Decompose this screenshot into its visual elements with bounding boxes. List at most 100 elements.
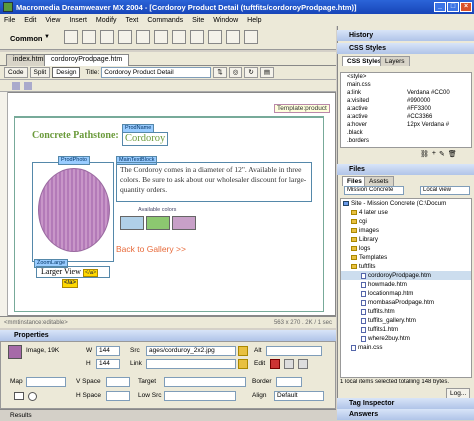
- css-rule-row[interactable]: a:active #CC3366: [341, 113, 471, 121]
- css-styles-panel-header[interactable]: CSS Styles: [337, 43, 474, 54]
- file-tree-folder[interactable]: logs: [341, 244, 471, 253]
- layer-icon[interactable]: [136, 30, 150, 44]
- src-field[interactable]: ages/corduroy_2x2.jpg: [146, 346, 236, 356]
- anchor-icon[interactable]: [100, 30, 114, 44]
- tab-layers[interactable]: Layers: [380, 56, 410, 66]
- close-button[interactable]: ×: [460, 2, 472, 12]
- minimize-button[interactable]: _: [434, 2, 446, 12]
- menu-edit[interactable]: Edit: [24, 17, 36, 24]
- file-tree-file[interactable]: howmade.htm: [341, 280, 471, 289]
- hspace-field[interactable]: [106, 391, 130, 401]
- page-heading[interactable]: Concrete Pathstone:: [32, 130, 119, 141]
- map-name-field[interactable]: [26, 377, 66, 387]
- larger-view-link[interactable]: Larger View </a>: [36, 266, 110, 278]
- split-view-button[interactable]: Split: [29, 67, 51, 78]
- browse-link-icon[interactable]: [238, 359, 248, 369]
- chevron-down-icon[interactable]: ▼: [44, 34, 50, 40]
- menu-text[interactable]: Text: [126, 17, 139, 24]
- file-tree-file[interactable]: tuffits1.htm: [341, 325, 471, 334]
- optimize-icon[interactable]: [284, 359, 294, 369]
- tag-chooser-icon[interactable]: [244, 30, 258, 44]
- properties-panel-header[interactable]: Properties: [0, 330, 336, 341]
- new-css-rule-icon[interactable]: +: [432, 150, 436, 160]
- media-icon[interactable]: [172, 30, 186, 44]
- file-tree-folder[interactable]: Templates: [341, 253, 471, 262]
- comment-icon[interactable]: [208, 30, 222, 44]
- width-field[interactable]: 144: [96, 346, 120, 356]
- larger-view-label[interactable]: Larger View: [41, 267, 81, 276]
- file-tree-file[interactable]: tuffits_gallery.htm: [341, 316, 471, 325]
- menu-help[interactable]: Help: [247, 17, 261, 24]
- menu-commands[interactable]: Commands: [147, 17, 183, 24]
- insert-category-select[interactable]: Common: [10, 34, 43, 43]
- file-tree-file[interactable]: tuffits.htm: [341, 307, 471, 316]
- menu-view[interactable]: View: [45, 17, 60, 24]
- design-view-button[interactable]: Design: [52, 67, 81, 78]
- refresh-icon[interactable]: ↻: [244, 67, 258, 78]
- template-icon[interactable]: [226, 30, 240, 44]
- target-select[interactable]: [164, 377, 246, 387]
- anchor-close-tag-2[interactable]: </a>: [62, 279, 79, 288]
- table-icon[interactable]: [118, 30, 132, 44]
- circle-hotspot-icon[interactable]: [28, 392, 37, 401]
- ruler-toggle-icon[interactable]: [12, 82, 20, 90]
- css-rule-row[interactable]: a:hover 12px Verdana #: [341, 121, 471, 129]
- file-tree-site-root[interactable]: Site - Mission Concrete (C:\Docum: [341, 199, 471, 208]
- prodphoto-region-tag[interactable]: ProdPhoto: [58, 156, 90, 165]
- alt-field[interactable]: [266, 346, 322, 356]
- file-tree-folder[interactable]: tuftfits: [341, 262, 471, 271]
- delete-css-rule-icon[interactable]: 🗑: [448, 150, 457, 160]
- link-field[interactable]: [146, 359, 236, 369]
- image-icon[interactable]: [154, 30, 168, 44]
- file-tree-folder[interactable]: 4 later use: [341, 208, 471, 217]
- file-management-icon[interactable]: ⇅: [213, 67, 227, 78]
- file-tree-folder[interactable]: images: [341, 226, 471, 235]
- view-options-icon[interactable]: ▤: [259, 67, 275, 78]
- rect-hotspot-icon[interactable]: [14, 392, 24, 400]
- vspace-field[interactable]: [106, 377, 130, 387]
- tag-selector[interactable]: <mmtinstance:editable>: [4, 320, 68, 326]
- tag-inspector-panel-header[interactable]: Tag Inspector: [337, 398, 474, 409]
- menu-insert[interactable]: Insert: [69, 17, 87, 24]
- maximize-button[interactable]: □: [447, 2, 459, 12]
- file-tree-file[interactable]: mombasaProdpage.htm: [341, 298, 471, 307]
- css-rule-row[interactable]: main.css: [341, 81, 471, 89]
- file-tree-file[interactable]: where2buy.htm: [341, 334, 471, 343]
- menu-window[interactable]: Window: [213, 17, 238, 24]
- css-rule-row[interactable]: a:visited #990000: [341, 97, 471, 105]
- files-panel-header[interactable]: Files: [337, 164, 474, 175]
- date-icon[interactable]: [190, 30, 204, 44]
- preview-browser-icon[interactable]: ◎: [228, 67, 243, 78]
- height-field[interactable]: 144: [96, 359, 120, 369]
- css-rule-row[interactable]: .borders: [341, 137, 471, 145]
- history-panel-header[interactable]: History: [337, 30, 474, 41]
- results-panel-header[interactable]: Results: [0, 409, 336, 420]
- css-rule-row[interactable]: .black: [341, 129, 471, 137]
- window-size-readout[interactable]: 563 x 270 . 2K / 1 sec: [274, 320, 332, 326]
- tab-cordoroy-prodpage[interactable]: cordoroyProdpage.htm: [44, 54, 130, 66]
- css-rule-row[interactable]: <style>: [341, 73, 471, 81]
- site-select[interactable]: Mission Concrete: [344, 186, 404, 195]
- align-select[interactable]: Default: [274, 391, 324, 401]
- email-link-icon[interactable]: [82, 30, 96, 44]
- css-rule-row[interactable]: a:active #FF3300: [341, 105, 471, 113]
- corduroy-product-image[interactable]: [38, 168, 110, 252]
- lowsrc-field[interactable]: [164, 391, 236, 401]
- edit-fireworks-icon[interactable]: [270, 359, 280, 369]
- product-description[interactable]: The Cordoroy comes in a diameter of 12".…: [116, 162, 312, 202]
- hyperlink-icon[interactable]: [64, 30, 78, 44]
- anchor-close-tag[interactable]: </a>: [82, 269, 99, 277]
- crop-icon[interactable]: [298, 359, 308, 369]
- answers-panel-header[interactable]: Answers: [337, 409, 474, 420]
- code-view-button[interactable]: Code: [4, 67, 28, 78]
- file-tree-file[interactable]: locationmap.htm: [341, 289, 471, 298]
- view-select[interactable]: Local view: [420, 186, 470, 195]
- fabric-name[interactable]: Cordoroy: [122, 132, 169, 146]
- file-tree-folder[interactable]: Library: [341, 235, 471, 244]
- attach-stylesheet-icon[interactable]: ⛓: [420, 150, 429, 160]
- file-tree-file[interactable]: main.css: [341, 343, 471, 352]
- grid-toggle-icon[interactable]: [24, 82, 32, 90]
- browse-folder-icon[interactable]: [238, 346, 248, 356]
- css-rule-row[interactable]: a:link Verdana #CC00: [341, 89, 471, 97]
- menu-modify[interactable]: Modify: [96, 17, 117, 24]
